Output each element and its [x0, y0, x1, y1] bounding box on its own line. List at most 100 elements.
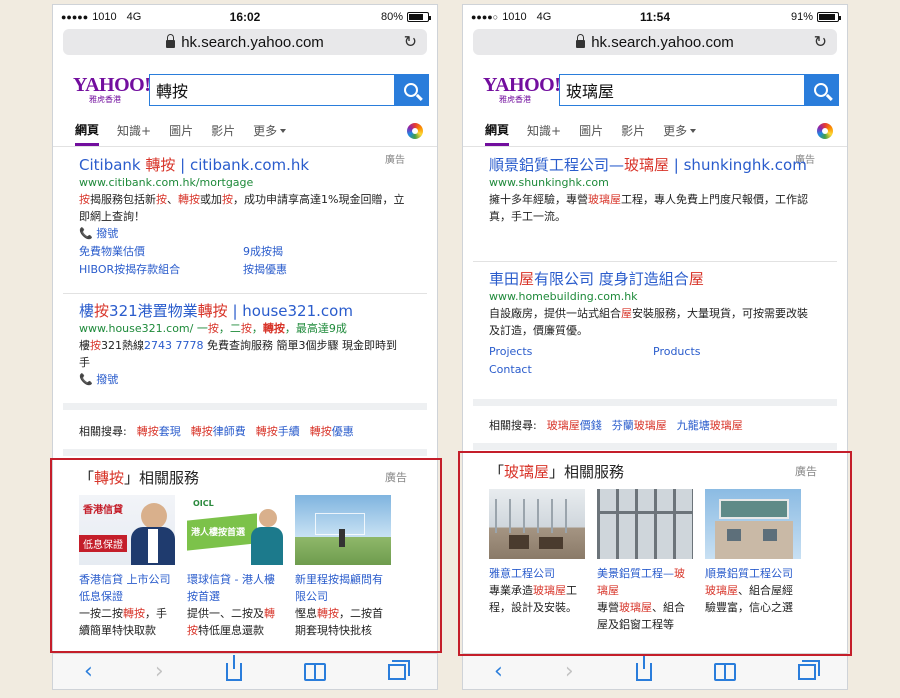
related-link[interactable]: 九龍塘玻璃屋 [677, 417, 743, 433]
sitelink[interactable]: Products [653, 343, 817, 361]
divider [63, 293, 427, 294]
tab-video[interactable]: 影片 [211, 115, 235, 146]
lock-icon [166, 34, 176, 48]
tab-more[interactable]: 更多 [253, 115, 287, 146]
result-description: 按揭服務包括新按、轉按或加按，成功申請享高達1%現金回贈，立即網上查詢！ [79, 193, 405, 223]
lock-icon [576, 34, 586, 48]
section-gap [473, 399, 837, 406]
related-label: 相關搜尋: [79, 425, 127, 438]
tab-video[interactable]: 影片 [621, 115, 645, 146]
tab-answers[interactable]: 知識+ [117, 115, 151, 146]
address-bar[interactable]: hk.search.yahoo.com ↻ [473, 29, 837, 55]
network-label: 4G [126, 11, 142, 23]
tab-more[interactable]: 更多 [663, 115, 697, 146]
search-box [559, 74, 839, 106]
sitelink[interactable]: HIBOR按揭存款組合 [79, 261, 243, 279]
related-link[interactable]: 玻璃屋價錢 [547, 417, 602, 433]
related-searches: 相關搜尋: 玻璃屋價錢 芬蘭玻璃屋 九龍塘玻璃屋 [489, 417, 827, 433]
section-gap [63, 403, 427, 410]
divider [473, 261, 837, 262]
sitelink[interactable]: Projects [489, 343, 653, 361]
tabs-icon[interactable] [387, 659, 410, 680]
result-description: 樓按321熱線2743 7778 免費查詢服務 簡單3個步驟 現金即時到手 [79, 339, 397, 369]
related-link[interactable]: 芬蘭玻璃屋 [612, 417, 667, 433]
battery-icon [817, 12, 841, 22]
related-link[interactable]: 轉按律師費 [191, 423, 246, 439]
tab-web[interactable]: 網頁 [485, 115, 510, 146]
flower-icon[interactable] [407, 123, 423, 139]
tabs-icon[interactable] [797, 659, 820, 680]
call-link[interactable]: 📞 撥號 [79, 371, 407, 389]
share-icon[interactable] [225, 654, 242, 681]
sitelink[interactable]: 免費物業估價 [79, 243, 243, 261]
search-button[interactable] [804, 75, 838, 105]
share-icon[interactable] [635, 654, 652, 681]
search-input[interactable] [560, 75, 804, 105]
result-title[interactable]: 順景鋁質工程公司—玻璃屋 | shunkinghk.com [489, 155, 817, 175]
result-description: 擁十多年經驗，專營玻璃屋工程，專人免費上門度尺報價，工作認真，手工一流。 [489, 193, 808, 223]
search-icon [404, 83, 418, 97]
status-bar: ●●●●○ 1010 4G 11:54 91% [463, 5, 847, 29]
status-bar: ●●●●● 1010 4G 16:02 80% [53, 5, 437, 29]
result-url: www.shunkinghk.com [489, 176, 609, 189]
url-text: hk.search.yahoo.com [591, 33, 734, 51]
back-icon[interactable]: ‹ [84, 659, 93, 684]
result-url: www.homebuilding.com.hk [489, 290, 638, 303]
related-searches: 相關搜尋: 轉按套現 轉按律師費 轉按手續 轉按優惠 [79, 423, 417, 439]
yahoo-logo[interactable]: YAHOO! 雅虎香港 [73, 73, 151, 105]
sitelinks: Projects Products Contact [489, 343, 817, 379]
signal-icon: ●●●●● [61, 12, 89, 22]
back-icon[interactable]: ‹ [494, 659, 503, 684]
sitelink[interactable]: Contact [489, 361, 653, 379]
flower-icon[interactable] [817, 123, 833, 139]
tab-web[interactable]: 網頁 [75, 115, 100, 146]
reload-icon[interactable]: ↻ [404, 32, 417, 52]
yahoo-logo[interactable]: YAHOO! 雅虎香港 [483, 75, 561, 105]
browser-toolbar: ‹ › [53, 653, 437, 689]
search-button[interactable] [394, 75, 428, 105]
forward-icon[interactable]: › [155, 659, 164, 684]
related-link[interactable]: 轉按優惠 [310, 423, 354, 439]
battery-icon [407, 12, 431, 22]
related-link[interactable]: 轉按手續 [256, 423, 300, 439]
carrier-label: 1010 [502, 11, 527, 23]
search-result: 樓按321港置物業轉按 | house321.com www.house321.… [79, 301, 407, 389]
forward-icon[interactable]: › [565, 659, 574, 684]
result-description: 自設廠房，提供一站式組合屋安裝服務，大量現貨，可按需要改裝及訂造，價廉質優。 [489, 307, 808, 337]
search-tabs: 網頁 知識+ 圖片 影片 更多 [53, 115, 437, 147]
sitelinks: 免費物業估價 9成按揭 HIBOR按揭存款組合 按揭優惠 [79, 243, 407, 279]
section-gap [63, 449, 427, 456]
search-result: 車田屋有限公司 度身訂造組合屋 www.homebuilding.com.hk … [489, 269, 817, 379]
browser-toolbar: ‹ › [463, 653, 847, 689]
caret-down-icon [690, 128, 697, 133]
caret-down-icon [280, 128, 287, 133]
sitelink[interactable]: 9成按揭 [243, 243, 407, 261]
result-url: www.house321.com/ 一按，二按，轉按，最高達9成 [79, 322, 347, 335]
url-text: hk.search.yahoo.com [181, 33, 324, 51]
bookmarks-icon[interactable] [713, 662, 736, 681]
tab-answers[interactable]: 知識+ [527, 115, 561, 146]
reload-icon[interactable]: ↻ [814, 32, 827, 52]
search-icon [814, 83, 828, 97]
result-title[interactable]: Citibank 轉按 | citibank.com.hk [79, 155, 407, 175]
related-link[interactable]: 轉按套現 [137, 423, 181, 439]
tab-more-label: 更多 [253, 124, 278, 138]
bookmarks-icon[interactable] [303, 662, 326, 681]
related-label: 相關搜尋: [489, 419, 537, 432]
search-result: 順景鋁質工程公司—玻璃屋 | shunkinghk.com www.shunki… [489, 155, 817, 225]
tab-more-label: 更多 [663, 124, 688, 138]
call-link[interactable]: 📞 撥號 [79, 225, 407, 243]
carrier-label: 1010 [92, 11, 117, 23]
signal-icon: ●●●●○ [471, 12, 499, 22]
sitelink[interactable]: 按揭優惠 [243, 261, 407, 279]
search-header: YAHOO! 雅虎香港 [53, 55, 437, 115]
result-title[interactable]: 車田屋有限公司 度身訂造組合屋 [489, 269, 817, 289]
tab-images[interactable]: 圖片 [579, 115, 603, 146]
address-bar[interactable]: hk.search.yahoo.com ↻ [63, 29, 427, 55]
logo-word: YAHOO! [73, 73, 151, 96]
search-input[interactable] [150, 75, 394, 105]
section-gap [473, 443, 837, 450]
search-tabs: 網頁 知識+ 圖片 影片 更多 [463, 115, 847, 147]
tab-images[interactable]: 圖片 [169, 115, 193, 146]
result-title[interactable]: 樓按321港置物業轉按 | house321.com [79, 301, 407, 321]
